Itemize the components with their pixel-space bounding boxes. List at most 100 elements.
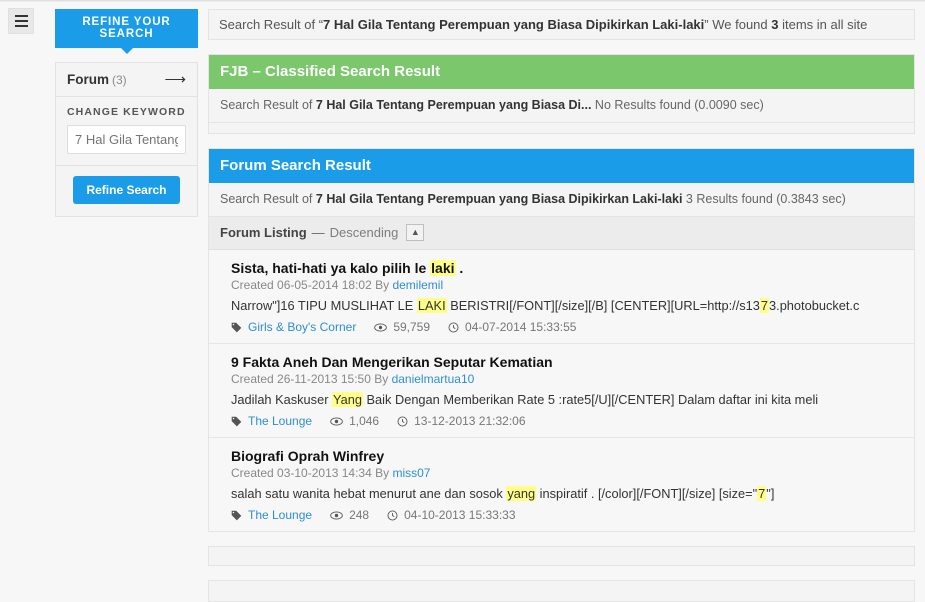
result-views: 59,759 [393,320,431,334]
snippet-highlight: LAKI [416,298,447,313]
result-title-pre: 9 Fakta Aneh Dan Mengerikan Seputar Kema… [231,354,553,370]
eye-icon [330,417,343,425]
refine-your-search-tab-label: REFINE YOUR SEARCH [82,16,171,40]
eye-icon [330,511,343,519]
result-author-link[interactable]: demilemil [392,278,443,292]
forum-status-query: 7 Hal Gila Tentang Perempuan yang Biasa … [315,192,683,206]
sidebar-item-forum[interactable]: Forum (3) ⟶ [56,63,197,97]
sort-direction-toggle-icon[interactable]: ▲ [406,224,425,241]
snippet-pre: salah satu wanita hebat menurut ane dan … [231,486,507,501]
change-keyword-block: CHANGE KEYWORD [56,97,197,166]
snippet-post: "] [766,486,775,501]
snippet-highlight: Yang [332,392,363,407]
empty-panel-strip [208,580,915,602]
result-item[interactable]: Sista, hati-hati ya kalo pilih le laki .… [209,250,914,344]
fjb-panel: FJB – Classified Search Result Search Re… [208,54,915,134]
clock-icon [448,322,459,332]
result-date: 04-07-2014 15:33:55 [465,320,577,334]
refine-your-search-tab[interactable]: REFINE YOUR SEARCH [55,9,198,54]
forum-status-prefix: Search Result of [220,192,316,206]
tag-icon [231,416,242,426]
result-meta: The Lounge 248 04-10-2013 15:33:33 [231,508,903,522]
forum-panel-status: Search Result of 7 Hal Gila Tentang Pere… [209,183,914,217]
result-date: 04-10-2013 15:33:33 [404,508,516,522]
clock-icon [397,416,408,426]
result-snippet: salah satu wanita hebat menurut ane dan … [231,486,903,501]
result-title[interactable]: 9 Fakta Aneh Dan Mengerikan Seputar Kema… [231,354,903,370]
fjb-status-query: 7 Hal Gila Tentang Perempuan yang Biasa … [315,98,592,112]
result-forum-link[interactable]: The Lounge [248,414,312,428]
result-views: 248 [349,508,370,522]
clock-icon [387,510,398,520]
top-rule [0,0,925,2]
result-date: 13-12-2013 21:32:06 [414,414,526,428]
result-by-label: By [371,466,393,480]
result-title[interactable]: Sista, hati-hati ya kalo pilih le laki . [231,260,903,276]
result-author-link[interactable]: danielmartua10 [392,372,475,386]
snippet-mid: inspiratif . [/color][/FONT][/size] [siz… [536,486,758,501]
forum-listing-dash: — [311,225,325,240]
forum-listing-direction: Descending [329,225,399,240]
snippet-highlight-2: 7 [759,298,770,313]
change-keyword-label: CHANGE KEYWORD [67,106,186,118]
result-created-date: 03-10-2013 14:34 [277,466,372,480]
fjb-panel-header: FJB – Classified Search Result [209,55,914,89]
forum-panel-header: Forum Search Result [209,149,914,183]
fjb-status-result: No Results found (0.0090 sec) [591,98,764,112]
tag-icon [231,510,242,520]
result-snippet: Jadilah Kaskuser Yang Baik Dengan Member… [231,392,903,407]
sidebar-item-forum-count: (3) [112,73,127,87]
snippet-pre: Jadilah Kaskuser [231,392,333,407]
banner-query: 7 Hal Gila Tentang Perempuan yang Biasa … [323,17,705,32]
hamburger-icon-bar [14,25,28,27]
result-title-post: . [455,260,464,276]
result-created-line: Created 06-05-2014 18:02 By demilemil [231,278,903,292]
sidebar: REFINE YOUR SEARCH Forum (3) ⟶ CHANGE KEY… [55,9,198,217]
result-title-highlight: laki [430,260,456,276]
hamburger-menu-button[interactable] [8,8,34,34]
fjb-status-prefix: Search Result of [220,98,316,112]
tag-icon [231,322,242,332]
result-forum-link[interactable]: Girls & Boy's Corner [248,320,356,334]
forum-listing-label: Forum Listing [220,225,307,240]
forum-panel: Forum Search Result Search Result of 7 H… [208,148,915,532]
result-created-line: Created 26-11-2013 15:50 By danielmartua… [231,372,903,386]
forum-panel-title: Forum Search Result [220,157,371,174]
refine-search-button[interactable]: Refine Search [73,176,180,204]
forum-listing-sort-bar: Forum Listing — Descending ▲ [209,217,914,250]
refine-search-button-wrap: Refine Search [56,166,197,216]
result-views: 1,046 [349,414,380,428]
arrow-right-icon[interactable]: ⟶ [164,72,186,87]
banner-prefix: Search Result of “ [219,17,324,32]
snippet-highlight-2: 7 [757,486,767,501]
result-created-label: Created [231,372,278,386]
fjb-panel-footer [209,123,914,133]
result-item[interactable]: Biografi Oprah Winfrey Created 03-10-201… [209,438,914,531]
hamburger-icon-bar [14,15,28,17]
snippet-mid: Baik Dengan Memberikan Rate 5 :rate5[/U]… [362,392,819,407]
result-title[interactable]: Biografi Oprah Winfrey [231,448,903,464]
result-meta: The Lounge 1,046 13-12-2013 21:32:06 [231,414,903,428]
refine-panel: Forum(3) ⟶ CHANGE KEYWORD Refine Search [55,62,198,217]
snippet-post: 3.photobucket.c [769,298,860,313]
snippet-pre: Narrow"]16 TIPU MUSLIHAT LE [231,298,417,313]
sidebar-item-forum-label: Forum [67,72,109,87]
forum-status-result: 3 Results found (0.3843 sec) [682,192,846,206]
empty-panel-strip [208,546,915,566]
result-author-link[interactable]: miss07 [392,466,430,480]
result-created-label: Created [231,466,278,480]
result-created-date: 06-05-2014 18:02 [277,278,372,292]
snippet-highlight: yang [506,486,537,501]
keyword-input[interactable] [67,125,186,154]
snippet-mid: BERISTRI[/FONT][/size][/B] [CENTER][URL=… [446,298,760,313]
fjb-panel-title: FJB – Classified Search Result [220,63,441,80]
result-item[interactable]: 9 Fakta Aneh Dan Mengerikan Seputar Kema… [209,344,914,438]
hamburger-icon-bar [14,20,28,22]
result-created-line: Created 03-10-2013 14:34 By miss07 [231,466,903,480]
result-forum-link[interactable]: The Lounge [248,508,312,522]
result-created-date: 26-11-2013 15:50 [277,372,371,386]
result-by-label: By [371,278,393,292]
search-result-banner: Search Result of “7 Hal Gila Tentang Per… [208,9,915,40]
result-by-label: By [370,372,392,386]
banner-suffix: items in all site [778,17,868,32]
